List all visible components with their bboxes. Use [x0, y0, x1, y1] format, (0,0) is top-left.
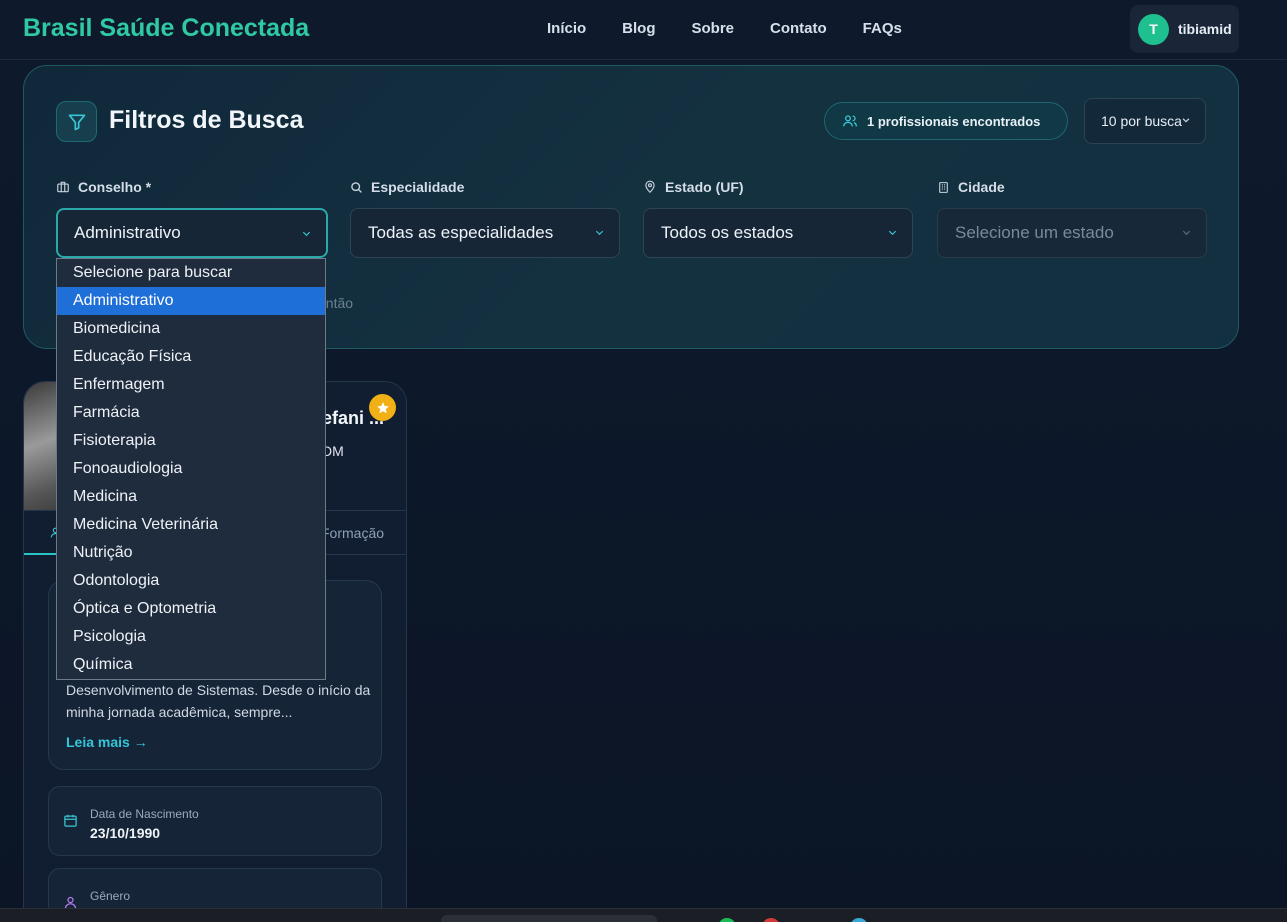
search-icon	[351, 181, 362, 193]
especialidade-label: Especialidade	[350, 179, 464, 195]
option-enfermagem[interactable]: Enfermagem	[57, 371, 325, 399]
taskbar-app-icon[interactable]	[850, 918, 868, 922]
tab-formacao[interactable]: Formação	[321, 525, 384, 541]
per-page-value: 10 por busca	[1101, 113, 1182, 129]
estado-value: Todos os estados	[661, 223, 794, 242]
gender-label: Gênero	[90, 889, 131, 903]
filter-icon	[56, 101, 97, 142]
about-text: Desenvolvimento de Sistemas. Desde o iní…	[66, 682, 371, 720]
option-optica-optometria[interactable]: Óptica e Optometria	[57, 595, 325, 623]
estado-label: Estado (UF)	[643, 179, 744, 195]
chevron-down-icon	[302, 231, 311, 237]
chevron-down-icon	[888, 230, 897, 236]
birth-date-value: 23/10/1990	[90, 825, 161, 841]
chevron-down-icon	[1182, 118, 1190, 123]
results-count-badge: 1 profissionais encontrados	[824, 102, 1068, 140]
user-menu[interactable]: T tibiamid	[1130, 5, 1239, 53]
cidade-placeholder: Selecione um estado	[955, 223, 1114, 242]
conselho-value: Administrativo	[74, 223, 181, 242]
option-selecione[interactable]: Selecione para buscar	[57, 259, 325, 287]
brand-logo[interactable]: Brasil Saúde Conectada	[23, 14, 309, 43]
per-page-select[interactable]: 10 por busca	[1084, 98, 1206, 144]
building-icon	[939, 181, 948, 193]
especialidade-value: Todas as especialidades	[368, 223, 554, 242]
professional-name: efani ...	[322, 408, 385, 428]
chevron-down-icon	[1182, 230, 1191, 236]
nav-blog[interactable]: Blog	[622, 20, 655, 37]
option-educacao-fisica[interactable]: Educação Física	[57, 343, 325, 371]
option-quimica[interactable]: Química	[57, 651, 325, 679]
conselho-dropdown-list[interactable]: Selecione para buscar Administrativo Bio…	[56, 258, 326, 680]
option-medicina[interactable]: Medicina	[57, 483, 325, 511]
taskbar-app-icon[interactable]	[718, 918, 736, 922]
cidade-label: Cidade	[937, 179, 1005, 195]
briefcase-icon	[57, 181, 69, 193]
avatar: T	[1138, 13, 1169, 45]
main-nav: Início Blog Sobre Contato FAQs	[547, 20, 938, 37]
option-medicina-veterinaria[interactable]: Medicina Veterinária	[57, 511, 325, 539]
birth-date-box: Data de Nascimento 23/10/1990	[48, 786, 382, 856]
taskbar-search[interactable]	[441, 915, 657, 922]
birth-date-label: Data de Nascimento	[90, 807, 199, 821]
calendar-icon	[64, 814, 77, 827]
option-farmacia[interactable]: Farmácia	[57, 399, 325, 427]
user-name: tibiamid	[1178, 21, 1232, 37]
option-fonoaudiologia[interactable]: Fonoaudiologia	[57, 455, 325, 483]
conselho-label: Conselho *	[56, 179, 151, 195]
map-pin-icon	[645, 180, 655, 194]
option-psicologia[interactable]: Psicologia	[57, 623, 325, 651]
filters-title: Filtros de Busca	[109, 106, 304, 134]
chevron-down-icon	[595, 230, 604, 236]
results-count-text: 1 profissionais encontrados	[867, 113, 1041, 129]
option-nutricao[interactable]: Nutrição	[57, 539, 325, 567]
option-fisioterapia[interactable]: Fisioterapia	[57, 427, 325, 455]
taskbar-app-icon[interactable]	[762, 918, 780, 922]
option-administrativo[interactable]: Administrativo	[57, 287, 325, 315]
nav-contato[interactable]: Contato	[770, 20, 827, 37]
estado-select[interactable]: Todos os estados	[643, 208, 913, 258]
nav-faqs[interactable]: FAQs	[863, 20, 902, 37]
conselho-select[interactable]: Administrativo	[56, 208, 328, 258]
option-biomedicina[interactable]: Biomedicina	[57, 315, 325, 343]
option-odontologia[interactable]: Odontologia	[57, 567, 325, 595]
nav-inicio[interactable]: Início	[547, 20, 586, 37]
especialidade-select[interactable]: Todas as especialidades	[350, 208, 620, 258]
users-icon	[843, 115, 857, 127]
read-more-link[interactable]: Leia mais →	[66, 734, 148, 750]
os-taskbar	[0, 908, 1287, 922]
nav-sobre[interactable]: Sobre	[692, 20, 735, 37]
cidade-select[interactable]: Selecione um estado	[937, 208, 1207, 258]
top-header: Brasil Saúde Conectada Início Blog Sobre…	[0, 0, 1287, 60]
